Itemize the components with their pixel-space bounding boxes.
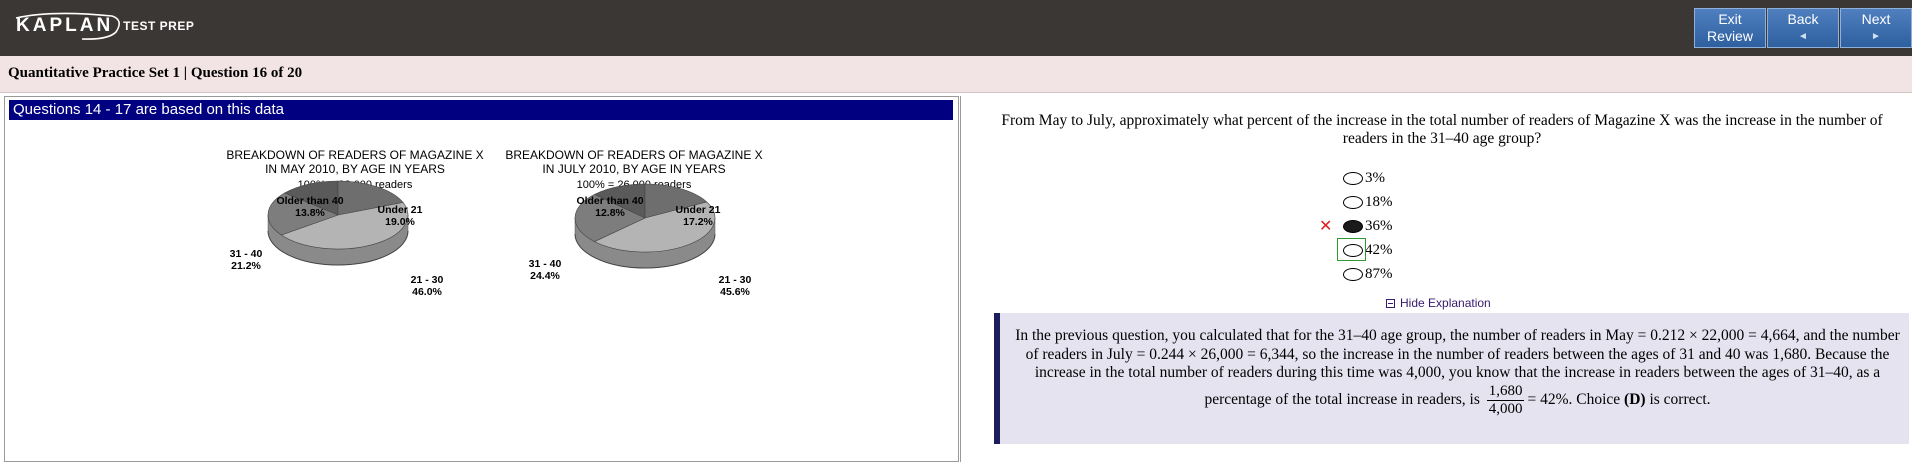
explanation-body: In the previous question, you calculated…	[1015, 327, 1900, 408]
hide-explanation-link[interactable]: Hide Explanation	[1386, 296, 1491, 310]
slice-label: Older than 40	[576, 195, 643, 207]
choice-d[interactable]: 42%	[1337, 238, 1393, 262]
question-stem: From May to July, approximately what per…	[1001, 112, 1883, 147]
exit-review-button[interactable]: Exit Review	[1694, 8, 1766, 48]
slice-value: 24.4%	[530, 270, 560, 282]
choice-e-label: 87%	[1365, 265, 1393, 282]
incorrect-x-icon: ✕	[1319, 216, 1333, 235]
explanation-end: is correct.	[1649, 390, 1711, 408]
slice-value: 13.8%	[295, 207, 325, 219]
explanation-box: In the previous question, you calculated…	[994, 313, 1909, 444]
back-button[interactable]: Back ◄	[1767, 8, 1839, 48]
chart-title-line1: BREAKDOWN OF READERS OF MAGAZINE X	[505, 148, 762, 162]
slice-value: 45.6%	[720, 286, 750, 298]
choice-e[interactable]: 87%	[1343, 262, 1393, 286]
choice-b-label: 18%	[1365, 193, 1393, 210]
slice-label: 31 - 40	[230, 248, 263, 260]
choice-d-label: 42%	[1365, 241, 1393, 258]
back-label: Back	[1787, 11, 1819, 27]
hide-explanation-label: Hide Explanation	[1400, 296, 1491, 310]
fraction: 1,680 4,000	[1486, 382, 1525, 418]
choice-a-label: 3%	[1365, 169, 1385, 186]
correct-choice-letter: (D)	[1624, 390, 1646, 408]
question-counter: Quantitative Practice Set 1 | Question 1…	[8, 65, 303, 81]
data-pane: Questions 14 - 17 are based on this data…	[4, 96, 959, 462]
exit-review-label-2: Review	[1707, 28, 1753, 44]
slice-value: 17.2%	[683, 216, 713, 228]
slice-value: 21.2%	[231, 260, 261, 272]
slice-value: 12.8%	[595, 207, 625, 219]
chart-title-line2: IN JULY 2010, BY AGE IN YEARS	[542, 162, 725, 176]
chart-title-line2: IN MAY 2010, BY AGE IN YEARS	[265, 162, 445, 176]
back-arrow-icon: ◄	[1798, 31, 1808, 42]
slice-value: 19.0%	[385, 216, 415, 228]
choice-b-radio[interactable]	[1343, 195, 1363, 209]
fraction-denominator: 4,000	[1488, 400, 1523, 417]
slice-label: 21 - 30	[719, 274, 752, 286]
kaplan-logo: KAPLAN TEST PREP	[15, 10, 195, 42]
slice-label: Older than 40	[276, 195, 343, 207]
collapse-icon	[1386, 298, 1395, 308]
top-bar: KAPLAN TEST PREP Exit Review Back ◄ Next…	[0, 0, 1912, 56]
answer-choices: 3% 18% ✕ 36% 42% 87%	[1319, 166, 1393, 286]
question-pane: From May to July, approximately what per…	[960, 96, 1912, 462]
choice-e-radio[interactable]	[1343, 267, 1363, 281]
choice-a-radio[interactable]	[1343, 171, 1363, 185]
choice-c[interactable]: ✕ 36%	[1319, 214, 1393, 238]
nav-buttons: Exit Review Back ◄ Next ►	[1694, 8, 1912, 48]
next-label: Next	[1861, 11, 1891, 27]
choice-b[interactable]: 18%	[1343, 190, 1393, 214]
slice-label: 31 - 40	[529, 258, 562, 270]
choice-c-label: 36%	[1365, 217, 1393, 234]
logo-swoosh-icon	[15, 12, 120, 40]
slice-label: Under 21	[378, 204, 423, 216]
slice-label: 21 - 30	[411, 274, 444, 286]
explanation-text: In the previous question, you calculated…	[1010, 327, 1905, 418]
chart-title-line1: BREAKDOWN OF READERS OF MAGAZINE X	[226, 148, 483, 162]
explanation-result: = 42%. Choice	[1527, 390, 1621, 408]
slice-value: 46.0%	[412, 286, 442, 298]
next-arrow-icon: ►	[1871, 31, 1881, 42]
choice-c-radio[interactable]	[1343, 219, 1363, 233]
pie-charts: BREAKDOWN OF READERS OF MAGAZINE XIN MAY…	[226, 148, 762, 298]
slice-label: Under 21	[676, 204, 721, 216]
correct-answer-box	[1337, 238, 1366, 261]
next-button[interactable]: Next ►	[1840, 8, 1912, 48]
fraction-numerator: 1,680	[1486, 382, 1525, 401]
exit-review-label-1: Exit	[1718, 11, 1742, 27]
question-info-bar: Quantitative Practice Set 1 | Question 1…	[0, 56, 1912, 93]
choice-a[interactable]: 3%	[1343, 166, 1393, 190]
logo-subtext: TEST PREP	[123, 19, 195, 33]
